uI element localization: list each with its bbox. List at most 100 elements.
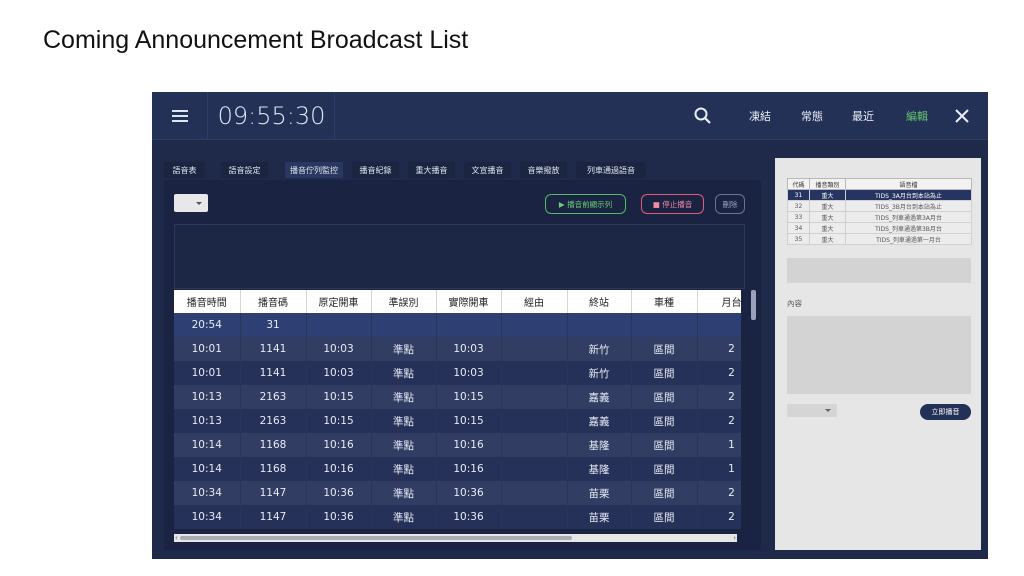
tab-train-pass-voice[interactable]: 列車通過語音	[576, 162, 646, 178]
table-cell: 1147	[240, 481, 307, 505]
table-cell: 1168	[240, 433, 307, 457]
mini-table-cell: TIDS_列車通過第一月台	[845, 233, 972, 245]
delete-button[interactable]: 刪除	[715, 194, 745, 214]
table-cell: 2163	[240, 385, 307, 409]
table-cell: 準點	[371, 457, 437, 481]
table-cell: 10:16	[306, 433, 372, 457]
mini-table-row[interactable]: 34 重大 TIDS_列車通過第3B月台	[787, 222, 972, 234]
column-header[interactable]: 播音碼	[240, 290, 307, 313]
column-header[interactable]: 準誤別	[371, 290, 437, 313]
table-cell: 10:34	[174, 505, 241, 529]
table-cell: 2	[697, 481, 741, 505]
table-cell: 準點	[371, 385, 437, 409]
tab-voice-settings[interactable]: 語音設定	[221, 162, 268, 178]
table-cell	[501, 481, 568, 505]
filter-dropdown[interactable]	[174, 194, 208, 212]
table-cell	[697, 313, 741, 337]
table-cell	[501, 361, 568, 385]
table-row[interactable]: 10:13 2163 10:15 準點 10:15 嘉義 區間 2	[174, 409, 741, 433]
tab-broadcast-log[interactable]: 播音紀錄	[352, 162, 399, 178]
table-cell: 10:03	[306, 361, 372, 385]
table-cell: 10:01	[174, 337, 241, 361]
nav-normal[interactable]: 常態	[801, 108, 823, 124]
mini-table-row[interactable]: 31 重大 TIDS_3A月台到本站為止	[787, 189, 972, 201]
table-cell: 10:36	[436, 505, 502, 529]
table-cell: 區間	[631, 481, 698, 505]
table-cell: 區間	[631, 457, 698, 481]
table-cell: 10:03	[306, 337, 372, 361]
scroll-right-icon[interactable]: ›	[733, 534, 736, 542]
nav-edit[interactable]: 編輯	[906, 108, 928, 124]
column-header[interactable]: 月台	[697, 290, 741, 313]
close-icon[interactable]	[952, 106, 972, 126]
mini-table-row[interactable]: 32 重大 TIDS_3B月台到本站為止	[787, 200, 972, 212]
broadcast-now-button[interactable]: 立即播音	[920, 404, 971, 420]
mini-table-cell: 重大	[809, 189, 846, 201]
table-cell	[501, 505, 568, 529]
table-row[interactable]: 20:54 31	[174, 313, 741, 337]
table-cell: 1168	[240, 457, 307, 481]
table-cell: 10:13	[174, 385, 241, 409]
tab-promo-broadcast[interactable]: 文宣播音	[464, 162, 511, 178]
table-row[interactable]: 10:34 1147 10:36 準點 10:36 苗栗 區間 2	[174, 505, 741, 529]
column-header[interactable]: 播音時間	[174, 290, 241, 313]
table-cell: 2	[697, 361, 741, 385]
table-cell: 10:13	[174, 409, 241, 433]
mini-table-row[interactable]: 35 重大 TIDS_列車通過第一月台	[787, 233, 972, 245]
scroll-left-icon[interactable]: ‹	[175, 534, 178, 542]
table-cell: 1	[697, 433, 741, 457]
mini-table-cell: 重大	[809, 233, 846, 245]
table-cell: 基隆	[567, 433, 632, 457]
mini-table-cell: 32	[787, 200, 810, 212]
tab-voice-table[interactable]: 語音表	[164, 162, 205, 178]
voice-code-table[interactable]: 代碼 播音類別 語音檔 31 重大 TIDS_3A月台到本站為止 32 重大 TIDS_3B月…	[787, 178, 972, 245]
clock-display: 09:55:30	[209, 92, 335, 140]
horizontal-scrollbar[interactable]: ‹ ›	[174, 534, 737, 542]
preview-button[interactable]: ▶ 播音前顯示列	[545, 194, 626, 214]
table-cell: 10:03	[436, 361, 502, 385]
table-cell: 1	[697, 457, 741, 481]
stop-broadcast-button[interactable]: ■ 停止播音	[641, 194, 704, 214]
mini-table-cell: TIDS_3A月台到本站為止	[845, 189, 972, 201]
table-cell: 1147	[240, 505, 307, 529]
column-header[interactable]: 實際開車	[436, 290, 502, 313]
table-cell: 準點	[371, 481, 437, 505]
table-row[interactable]: 10:14 1168 10:16 準點 10:16 基隆 區間 1	[174, 457, 741, 481]
table-cell	[501, 457, 568, 481]
scroll-thumb[interactable]	[180, 536, 572, 540]
search-icon[interactable]	[693, 106, 713, 126]
nav-recent[interactable]: 最近	[852, 108, 874, 124]
content-textbox[interactable]	[787, 316, 971, 394]
column-header[interactable]: 車種	[631, 290, 698, 313]
column-header[interactable]: 終站	[567, 290, 632, 313]
mini-table-row[interactable]: 33 重大 TIDS_列車通過第3A月台	[787, 211, 972, 223]
tab-major-broadcast[interactable]: 重大播音	[408, 162, 455, 178]
table-cell	[501, 385, 568, 409]
table-cell: 10:36	[306, 505, 372, 529]
table-cell: 10:15	[436, 385, 502, 409]
table-cell: 準點	[371, 361, 437, 385]
vertical-scrollbar[interactable]	[751, 290, 756, 320]
table-row[interactable]: 10:13 2163 10:15 準點 10:15 嘉義 區間 2	[174, 385, 741, 409]
table-cell	[501, 313, 568, 337]
table-row[interactable]: 10:14 1168 10:16 準點 10:16 基隆 區間 1	[174, 433, 741, 457]
voice-preview-area	[787, 258, 971, 283]
menu-button[interactable]	[152, 92, 208, 140]
tab-queue-monitor[interactable]: 播音佇列監控	[285, 162, 343, 178]
table-row[interactable]: 10:01 1141 10:03 準點 10:03 新竹 區間 2	[174, 337, 741, 361]
table-row[interactable]: 10:01 1141 10:03 準點 10:03 新竹 區間 2	[174, 361, 741, 385]
mini-table-cell: 重大	[809, 211, 846, 223]
table-cell	[371, 313, 437, 337]
side-dropdown[interactable]	[787, 404, 837, 417]
table-cell: 10:15	[306, 409, 372, 433]
tab-music-play[interactable]: 音樂撥放	[520, 162, 567, 178]
table-cell	[567, 313, 632, 337]
column-header[interactable]: 原定開車	[306, 290, 372, 313]
table-cell: 新竹	[567, 361, 632, 385]
queue-table[interactable]: 播音時間 播音碼 原定開車 準誤別 實際開車 經由 終站 車種 月台 20:54 31 10:01 1…	[174, 290, 741, 534]
nav-freeze[interactable]: 凍結	[749, 108, 771, 124]
slide-title: Coming Announcement Broadcast List	[43, 26, 469, 54]
column-header[interactable]: 經由	[501, 290, 568, 313]
mini-table-cell: 34	[787, 222, 810, 234]
table-row[interactable]: 10:34 1147 10:36 準點 10:36 苗栗 區間 2	[174, 481, 741, 505]
